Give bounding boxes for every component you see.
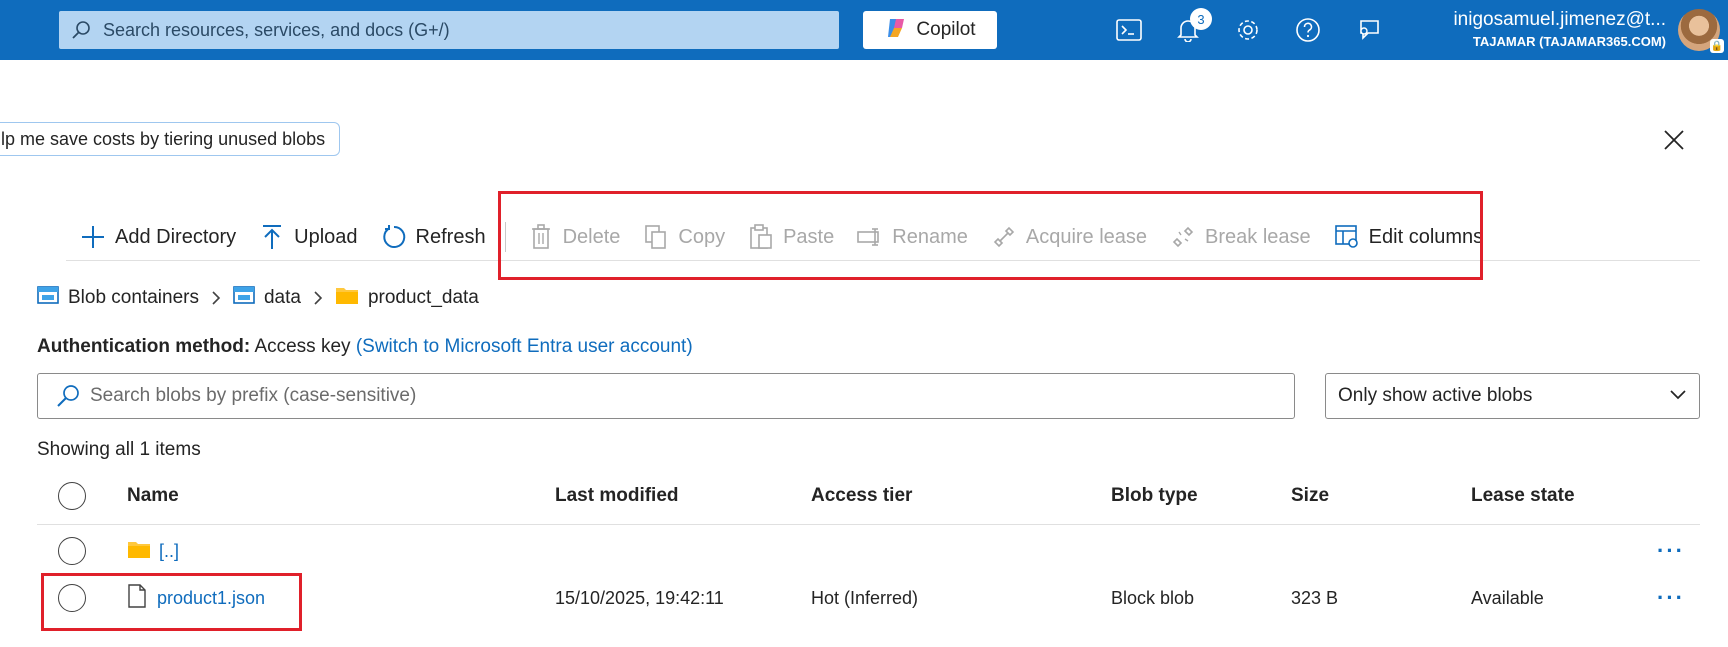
close-icon[interactable] — [1660, 126, 1688, 154]
column-header-blob-type[interactable]: Blob type — [1111, 485, 1198, 507]
breadcrumb-blob-containers[interactable]: Blob containers — [37, 285, 199, 311]
refresh-icon — [381, 224, 407, 250]
upload-label: Upload — [294, 225, 358, 248]
copilot-label: Copilot — [916, 19, 976, 40]
top-bar: Search resources, services, and docs (G+… — [0, 0, 1728, 60]
table-row[interactable]: [..] ··· — [37, 527, 1700, 575]
access-tier-cell: Hot (Inferred) — [811, 587, 919, 608]
folder-icon — [127, 539, 151, 564]
tenant-name: TAJAMAR (TAJAMAR365.COM) — [1472, 34, 1666, 49]
notifications-badge: 3 — [1190, 8, 1212, 30]
refresh-label: Refresh — [415, 225, 486, 248]
column-header-name[interactable]: Name — [127, 485, 179, 507]
breadcrumb-label: data — [263, 287, 301, 308]
breadcrumb-label: product_data — [367, 287, 479, 308]
select-all-radio[interactable] — [58, 482, 86, 510]
upload-button[interactable]: Upload — [259, 215, 358, 259]
add-directory-label: Add Directory — [115, 225, 237, 248]
last-modified-cell: 15/10/2025, 19:42:11 — [555, 587, 724, 608]
lock-icon: 🔒 — [1710, 39, 1724, 53]
auth-method: Authentication method: Access key (Switc… — [37, 336, 693, 358]
user-name: inigosamuel.jimenez@t... — [1453, 9, 1666, 30]
container-icon — [233, 285, 255, 311]
column-header-size[interactable]: Size — [1291, 485, 1329, 507]
avatar[interactable]: 🔒 — [1678, 9, 1724, 53]
blob-search-input[interactable]: Search blobs by prefix (case-sensitive) — [37, 373, 1295, 419]
column-header-last-modified[interactable]: Last modified — [555, 485, 679, 507]
notifications-icon[interactable]: 3 — [1172, 8, 1212, 46]
copilot-suggestion-chip[interactable]: lp me save costs by tiering unused blobs — [0, 122, 341, 156]
search-icon — [56, 384, 82, 408]
plus-icon — [80, 224, 106, 250]
search-icon — [69, 20, 93, 40]
feedback-icon[interactable] — [1352, 14, 1384, 46]
copilot-icon — [884, 16, 908, 45]
column-header-lease-state[interactable]: Lease state — [1471, 485, 1575, 507]
upload-icon — [259, 224, 285, 250]
help-icon[interactable] — [1292, 14, 1324, 46]
dropdown-value: Only show active blobs — [1338, 385, 1533, 406]
breadcrumb-data[interactable]: data — [233, 285, 301, 311]
chevron-right-icon — [211, 290, 221, 306]
container-icon — [37, 285, 59, 311]
chevron-down-icon — [1669, 385, 1687, 407]
row-select-radio[interactable] — [58, 537, 86, 565]
folder-icon — [335, 285, 359, 311]
add-directory-button[interactable]: Add Directory — [80, 215, 236, 259]
auth-method-label: Authentication method: — [37, 336, 251, 357]
global-search-placeholder: Search resources, services, and docs (G+… — [103, 19, 450, 40]
active-blobs-dropdown[interactable]: Only show active blobs — [1325, 373, 1700, 419]
account-info[interactable]: inigosamuel.jimenez@t... TAJAMAR (TAJAMA… — [1453, 9, 1666, 49]
refresh-button[interactable]: Refresh — [381, 215, 486, 259]
highlight-box-toolbar — [498, 191, 1483, 280]
breadcrumb: Blob containers data product_data — [37, 286, 479, 310]
copilot-button[interactable]: Copilot — [863, 11, 997, 49]
row-name-cell: [..] — [127, 539, 179, 564]
blob-type-cell: Block blob — [1111, 587, 1195, 608]
column-header-access-tier[interactable]: Access tier — [811, 485, 912, 507]
highlight-box-blob — [41, 573, 302, 631]
table-header: Name Last modified Access tier Blob type… — [37, 472, 1700, 525]
parent-folder-link[interactable]: [..] — [159, 541, 179, 562]
breadcrumb-label: Blob containers — [68, 287, 199, 308]
chevron-right-icon — [313, 290, 323, 306]
auth-method-value: Access key — [254, 336, 351, 357]
size-cell: 323 B — [1291, 587, 1339, 608]
blob-search-placeholder: Search blobs by prefix (case-sensitive) — [90, 385, 417, 406]
items-count: Showing all 1 items — [37, 439, 201, 460]
breadcrumb-product-data: product_data — [335, 285, 479, 311]
global-search[interactable]: Search resources, services, and docs (G+… — [59, 11, 839, 49]
settings-gear-icon[interactable] — [1232, 14, 1264, 46]
header-divider — [37, 524, 1700, 525]
more-actions-button[interactable]: ··· — [1657, 585, 1685, 611]
lease-state-cell: Available — [1471, 587, 1544, 608]
cloud-shell-icon[interactable] — [1113, 14, 1145, 46]
more-actions-button[interactable]: ··· — [1657, 538, 1685, 564]
switch-auth-link[interactable]: (Switch to Microsoft Entra user account) — [356, 336, 693, 357]
